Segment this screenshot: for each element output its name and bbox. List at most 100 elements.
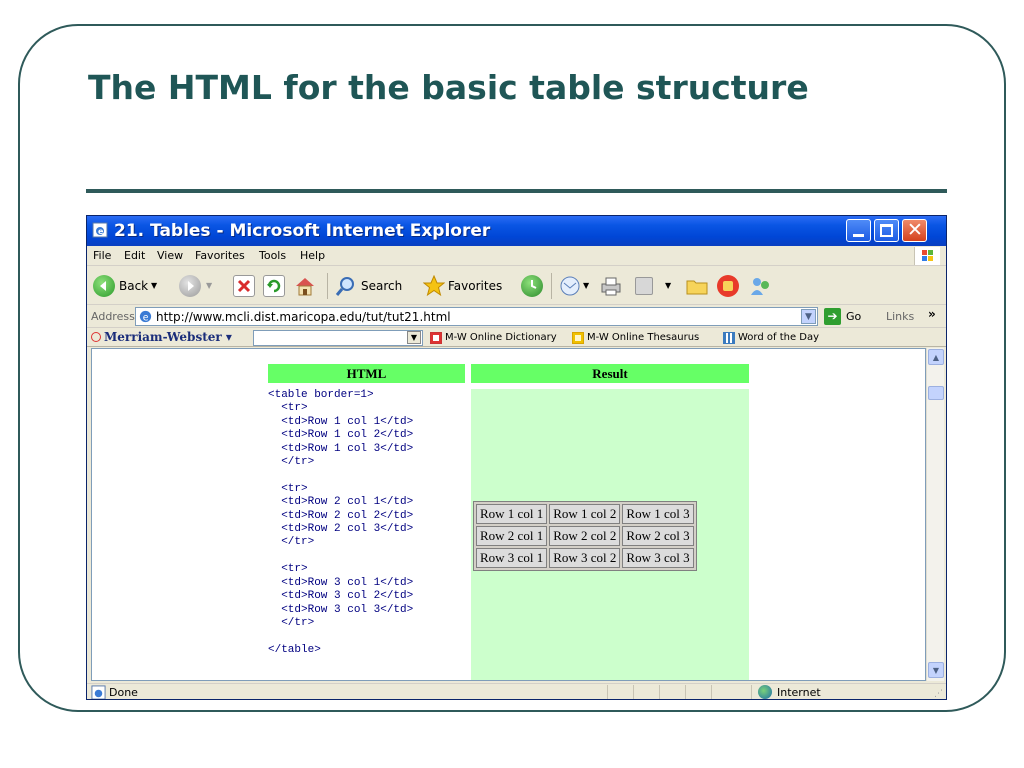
table-cell: Row 3 col 2 [549,548,621,568]
status-bar: Done Internet ⋰ [87,683,946,699]
thesaurus-icon [572,332,584,344]
table-cell: Row 3 col 1 [476,548,548,568]
search-label: Search [361,279,403,293]
svg-text:e: e [98,227,104,236]
svg-text:e: e [143,312,149,323]
scroll-thumb[interactable] [928,386,944,400]
favorites-label: Favorites [448,279,503,293]
back-dropdown-icon[interactable]: ▼ [151,281,157,290]
table-cell: Row 1 col 3 [622,504,694,524]
result-column-header: Result [471,364,749,383]
status-divider [751,685,752,699]
mw-brand-button[interactable]: Merriam-Webster ▾ [91,330,232,344]
html-column-header: HTML [268,364,465,383]
messenger-icon [717,275,739,297]
address-bar: Address e http://www.mcli.dist.maricopa.… [87,306,946,328]
slide-title: The HTML for the basic table structure [88,68,809,107]
go-label: Go [846,310,862,323]
minimize-button[interactable] [846,219,871,242]
mw-word-of-day-label: Word of the Day [738,332,820,343]
refresh-icon [263,275,285,297]
go-button[interactable]: ➔ Go [824,307,876,326]
resize-grip-icon[interactable]: ⋰ [934,689,943,699]
table-cell: Row 3 col 3 [622,548,694,568]
dictionary-icon [430,332,442,344]
menu-file[interactable]: File [93,249,111,262]
print-button[interactable] [599,275,625,299]
home-icon [293,275,315,297]
links-label[interactable]: Links [886,310,914,323]
menu-tools[interactable]: Tools [259,249,286,262]
edit-icon [635,277,653,295]
vertical-scrollbar[interactable]: ▲ ▼ [926,348,944,681]
close-icon: ✕ [907,219,923,241]
table-cell: Row 1 col 2 [549,504,621,524]
status-divider [685,685,686,699]
folder-button[interactable] [685,275,711,299]
chevron-right-icon[interactable]: » [928,307,936,321]
address-dropdown-icon[interactable]: ▼ [801,309,816,324]
minimize-icon [853,234,864,237]
print-icon [599,275,621,297]
status-text: Done [109,686,138,699]
edit-dropdown-icon[interactable]: ▼ [665,281,671,290]
window-title: 21. Tables - Microsoft Internet Explorer [114,221,491,241]
history-icon [521,275,543,297]
mw-search-input[interactable] [253,330,423,346]
search-button[interactable]: Search [335,275,421,299]
back-button[interactable]: Back ▼ [93,275,163,299]
edit-button[interactable]: ▼ [635,275,675,299]
html-code-sample: <table border=1> <tr> <td>Row 1 col 1</t… [268,389,414,656]
mail-icon [559,275,581,297]
scroll-up-icon[interactable]: ▲ [928,349,944,365]
table-row: Row 2 col 1 Row 2 col 2 Row 2 col 3 [476,526,694,546]
favorites-button[interactable]: Favorites [422,274,515,299]
status-divider [607,685,608,699]
toolbar: Back ▼ ▼ Search Favorites ▼ ▼ [87,267,946,305]
mail-button[interactable]: ▼ [559,275,595,299]
people-button[interactable] [749,275,775,299]
maximize-button[interactable] [874,219,899,242]
page-viewport: HTML Result <table border=1> <tr> <td>Ro… [91,348,926,681]
menu-help[interactable]: Help [300,249,325,262]
forward-button[interactable]: ▼ [179,275,219,299]
menu-edit[interactable]: Edit [124,249,145,262]
messenger-button[interactable] [717,275,743,299]
ie-page-icon: e [139,310,152,323]
toolbar-separator [327,273,328,299]
mw-thesaurus-label: M-W Online Thesaurus [587,332,700,343]
menu-view[interactable]: View [157,249,183,262]
mw-dictionary-label: M-W Online Dictionary [445,332,557,343]
maximize-icon [880,224,893,237]
mw-dropdown-icon[interactable]: ▼ [407,331,421,344]
toolbar-separator [551,273,552,299]
mw-brand-label: Merriam-Webster [104,330,222,344]
mail-dropdown-icon[interactable]: ▼ [583,281,589,290]
table-cell: Row 2 col 3 [622,526,694,546]
favorites-icon [422,274,446,297]
people-icon [749,275,771,297]
address-url: http://www.mcli.dist.maricopa.edu/tut/tu… [156,310,451,324]
title-bar[interactable]: e 21. Tables - Microsoft Internet Explor… [87,216,946,246]
go-icon: ➔ [824,308,841,325]
forward-dropdown-icon[interactable]: ▼ [206,281,212,290]
table-cell: Row 2 col 2 [549,526,621,546]
menu-favorites[interactable]: Favorites [195,249,245,262]
forward-icon [179,275,201,297]
status-divider [633,685,634,699]
history-button[interactable] [521,275,545,299]
refresh-button[interactable] [263,275,287,299]
browser-window: e 21. Tables - Microsoft Internet Explor… [86,215,947,700]
windows-logo-icon [914,247,940,265]
close-button[interactable]: ✕ [902,219,927,242]
back-label: Back [119,279,149,293]
result-table: Row 1 col 1 Row 1 col 2 Row 1 col 3 Row … [473,501,697,571]
scroll-down-icon[interactable]: ▼ [928,662,944,678]
table-row: Row 3 col 1 Row 3 col 2 Row 3 col 3 [476,548,694,568]
address-input[interactable]: e http://www.mcli.dist.maricopa.edu/tut/… [135,307,818,326]
stop-button[interactable] [233,275,257,299]
title-rule [86,189,947,193]
table-cell: Row 1 col 1 [476,504,548,524]
status-divider [659,685,660,699]
home-button[interactable] [293,275,319,299]
